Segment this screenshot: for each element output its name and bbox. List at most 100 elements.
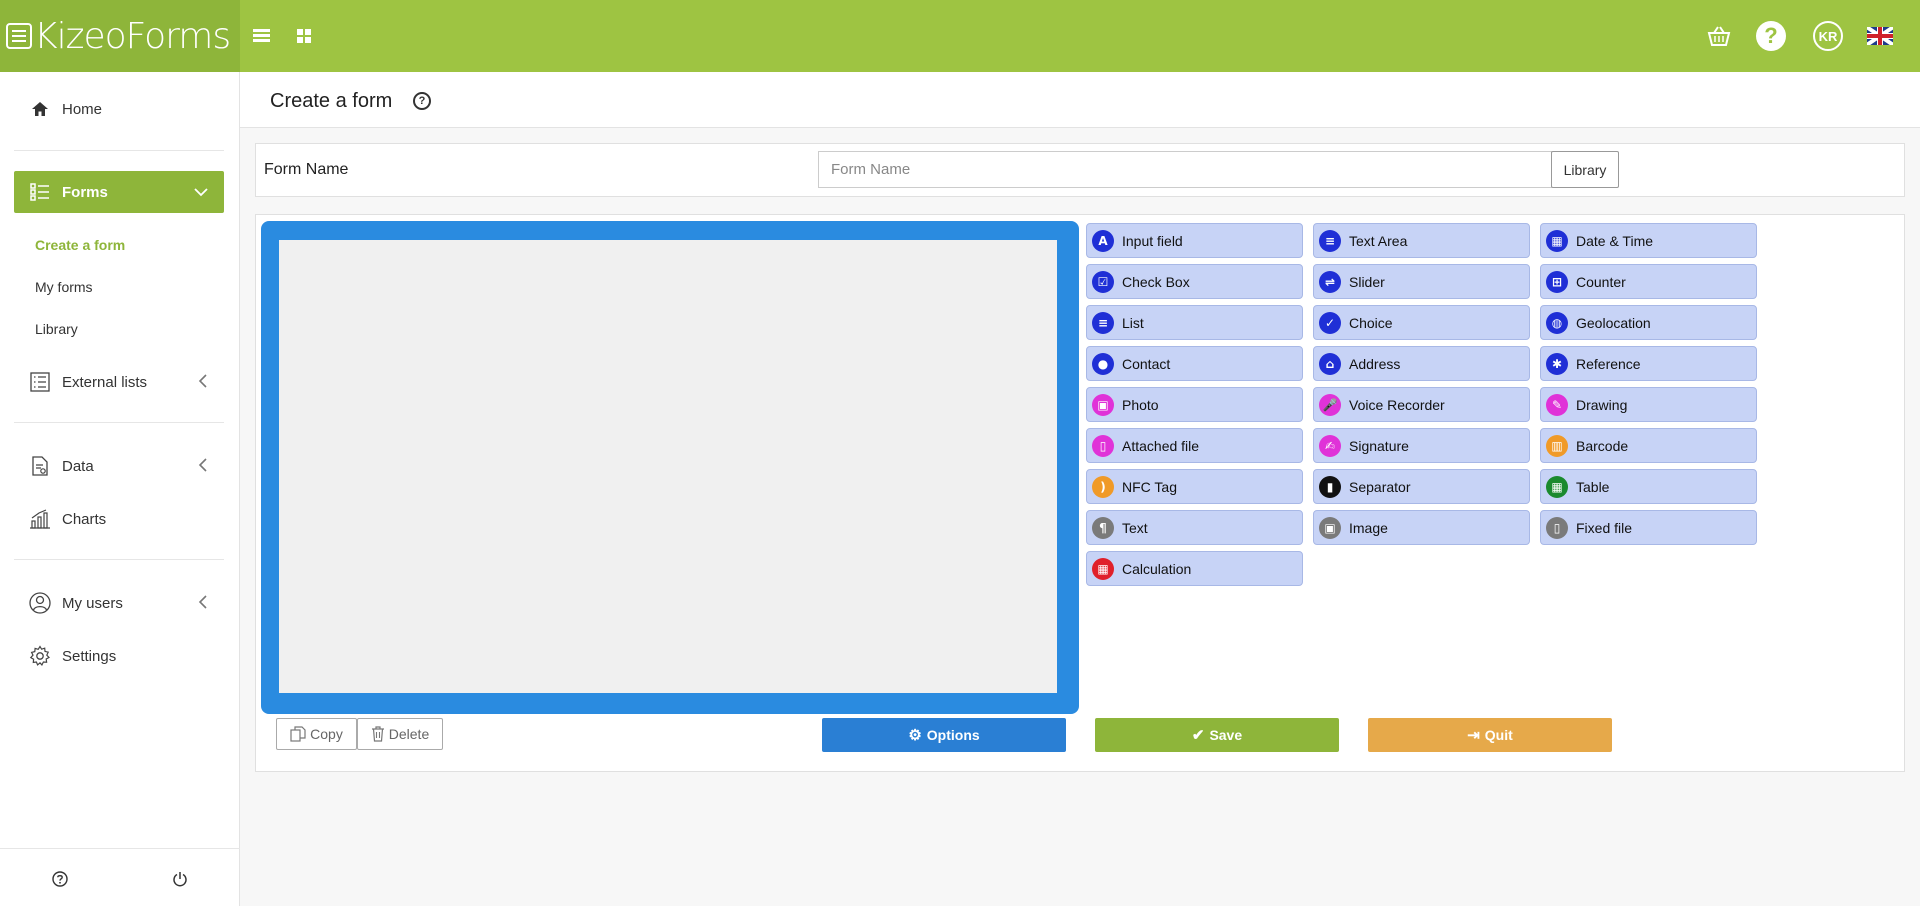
palette-item-label: Check Box — [1122, 273, 1190, 290]
picture-icon: ▣ — [1092, 393, 1114, 416]
palette-item-geolocation[interactable]: ◍ Geolocation — [1540, 305, 1757, 340]
bookmark-icon: ▮ — [1319, 475, 1341, 498]
palette-item-text-area[interactable]: ≡ Text Area — [1313, 223, 1530, 258]
sidebar-item-label: External lists — [62, 373, 148, 391]
palette-item-reference[interactable]: ✱ Reference — [1540, 346, 1757, 381]
palette-item-drawing[interactable]: ✎ Drawing — [1540, 387, 1757, 422]
question-circle-icon[interactable]: ? — [413, 92, 431, 110]
palette-item-separator[interactable]: ▮ Separator — [1313, 469, 1530, 504]
chevron-left-icon — [198, 594, 208, 612]
sidebar-item-label: Forms — [62, 183, 108, 201]
palette-item-address[interactable]: ⌂ Address — [1313, 346, 1530, 381]
barcode-icon: ▥ — [1546, 434, 1568, 457]
sidebar-item-forms[interactable]: Forms — [14, 171, 224, 213]
user-icon: ● — [1092, 352, 1114, 375]
menu-toggle-icon[interactable] — [248, 22, 276, 50]
palette-item-nfc-tag[interactable]: ) NFC Tag — [1086, 469, 1303, 504]
divider — [14, 422, 224, 423]
divider — [14, 150, 224, 151]
palette-item-contact[interactable]: ● Contact — [1086, 346, 1303, 381]
palette-item-label: Contact — [1122, 355, 1171, 372]
home-icon — [28, 97, 52, 121]
palette-item-label: Signature — [1349, 437, 1409, 454]
palette-item-slider[interactable]: ⇌ Slider — [1313, 264, 1530, 299]
library-button[interactable]: Library — [1551, 151, 1619, 188]
sidebar-item-my-users[interactable]: My users — [14, 583, 224, 623]
check-circle-icon: ✓ — [1319, 311, 1341, 334]
palette-item-list[interactable]: ≡ List — [1086, 305, 1303, 340]
delete-button[interactable]: Delete — [357, 718, 443, 750]
list-icon: ≡ — [1092, 311, 1114, 334]
palette-item-photo[interactable]: ▣ Photo — [1086, 387, 1303, 422]
sidebar-subitem-library[interactable]: Library — [35, 321, 78, 337]
palette-item-barcode[interactable]: ▥ Barcode — [1540, 428, 1757, 463]
form-drop-area[interactable] — [279, 240, 1057, 693]
help-icon[interactable]: ? — [1756, 21, 1786, 51]
palette-item-label: Barcode — [1576, 437, 1629, 454]
options-button[interactable]: ⚙ Options — [822, 718, 1066, 752]
help-icon[interactable] — [52, 871, 68, 892]
avatar[interactable]: KR — [1813, 21, 1843, 51]
palette-item-attached-file[interactable]: ▯ Attached file — [1086, 428, 1303, 463]
palette-item-choice[interactable]: ✓ Choice — [1313, 305, 1530, 340]
palette-item-date-time[interactable]: ▦ Date & Time — [1540, 223, 1757, 258]
sidebar: Home Forms Create a form My forms Librar… — [0, 72, 240, 906]
signature-icon: ✍ — [1319, 434, 1341, 457]
plus-square-icon: ⊞ — [1546, 270, 1568, 293]
sidebar-item-label: Data — [62, 457, 94, 475]
sidebar-item-label: My users — [62, 594, 123, 612]
palette-item-label: Separator — [1349, 478, 1411, 495]
palette-item-text[interactable]: ¶ Text — [1086, 510, 1303, 545]
quit-button[interactable]: ⇥ Quit — [1368, 718, 1612, 752]
slider-icon: ⇌ — [1319, 270, 1341, 293]
forms-list-icon — [28, 180, 52, 204]
palette-item-fixed-file[interactable]: ▯ Fixed file — [1540, 510, 1757, 545]
top-bar: KizeoForms ? KR — [0, 0, 1920, 72]
sidebar-subitem-create-form[interactable]: Create a form — [35, 237, 125, 253]
palette-item-label: Image — [1349, 519, 1388, 536]
palette-item-voice-recorder[interactable]: 🎤 Voice Recorder — [1313, 387, 1530, 422]
text-lines-icon: ≡ — [1319, 229, 1341, 252]
basket-icon[interactable] — [1705, 22, 1733, 50]
copy-button[interactable]: Copy — [276, 718, 357, 750]
sidebar-item-home[interactable]: Home — [14, 89, 224, 129]
rss-icon: ) — [1092, 475, 1114, 498]
logo[interactable]: KizeoForms — [0, 0, 240, 72]
table-icon: ▦ — [1546, 475, 1568, 498]
data-document-icon — [28, 454, 52, 478]
microphone-icon: 🎤 — [1319, 393, 1341, 416]
fixed-file-icon: ▯ — [1546, 516, 1568, 539]
letter-a-icon: A — [1092, 229, 1114, 252]
sidebar-item-external-lists[interactable]: External lists — [14, 362, 224, 402]
sidebar-item-charts[interactable]: Charts — [14, 499, 224, 539]
sign-out-icon: ⇥ — [1467, 727, 1480, 744]
globe-icon: ◍ — [1546, 311, 1568, 334]
apps-grid-icon[interactable] — [290, 22, 318, 50]
image-icon: ▣ — [1319, 516, 1341, 539]
logo-list-icon — [6, 23, 32, 49]
palette-item-label: Choice — [1349, 314, 1393, 331]
sidebar-item-data[interactable]: Data — [14, 446, 224, 486]
uk-flag-icon[interactable] — [1867, 27, 1893, 45]
palette-item-counter[interactable]: ⊞ Counter — [1540, 264, 1757, 299]
palette-item-table[interactable]: ▦ Table — [1540, 469, 1757, 504]
palette-item-check-box[interactable]: ☑ Check Box — [1086, 264, 1303, 299]
copy-icon — [290, 726, 306, 742]
form-canvas-frame — [261, 221, 1079, 714]
palette-item-image[interactable]: ▣ Image — [1313, 510, 1530, 545]
save-button[interactable]: ✔ Save — [1095, 718, 1339, 752]
form-name-input[interactable] — [818, 151, 1552, 188]
palette-item-label: Reference — [1576, 355, 1641, 372]
palette-item-signature[interactable]: ✍ Signature — [1313, 428, 1530, 463]
power-icon[interactable] — [172, 871, 188, 892]
checkbox-icon: ☑ — [1092, 270, 1114, 293]
quit-label: Quit — [1484, 727, 1513, 743]
palette-item-label: Text — [1122, 519, 1148, 536]
palette-item-label: Slider — [1349, 273, 1385, 290]
sidebar-item-settings[interactable]: Settings — [14, 636, 224, 676]
palette-item-input-field[interactable]: A Input field — [1086, 223, 1303, 258]
chevron-down-icon — [194, 184, 208, 200]
sidebar-subitem-my-forms[interactable]: My forms — [35, 279, 93, 295]
palette-item-label: Drawing — [1576, 396, 1628, 413]
palette-item-calculation[interactable]: ▦ Calculation — [1086, 551, 1303, 586]
